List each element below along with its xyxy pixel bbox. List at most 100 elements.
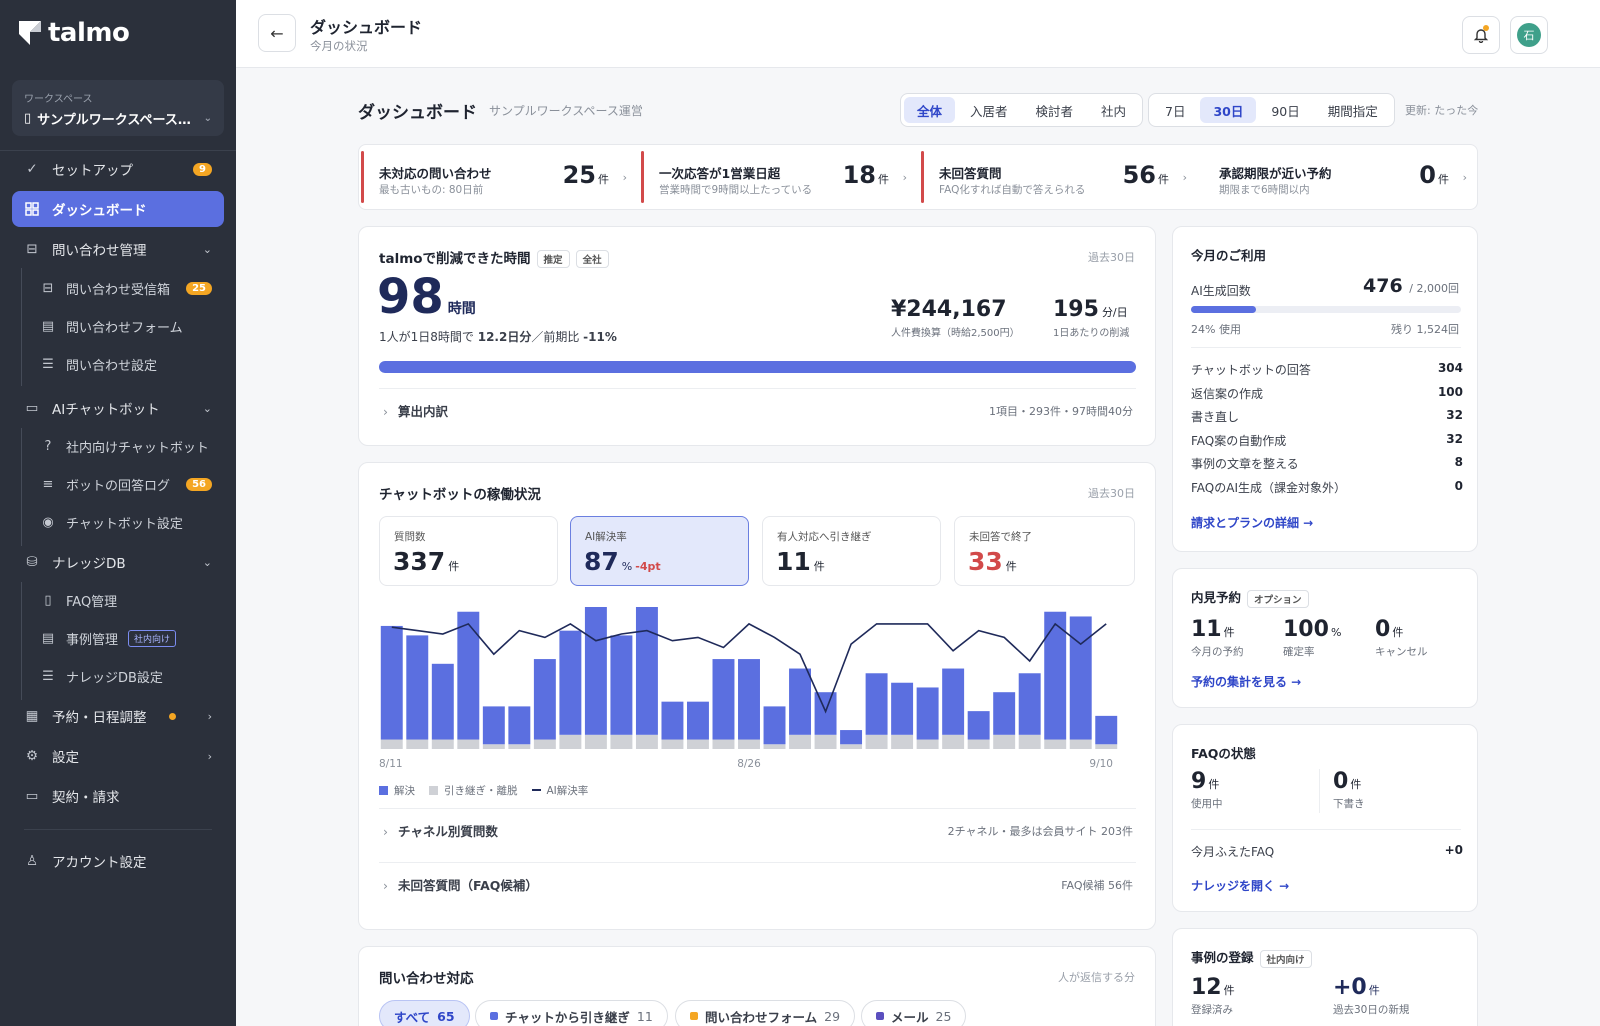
bar-handoff [610, 734, 633, 749]
sidebar-item-dashboard[interactable]: ダッシュボード [12, 191, 224, 227]
viewing-stat-confirm-rate: 100% 確定率 [1283, 617, 1341, 659]
x-tick-label: 8/11 [379, 758, 403, 770]
bar-resolved [891, 682, 914, 735]
alert-unanswered[interactable]: 未回答質問 FAQ化すれば自動で答えられる 56 件 › [921, 151, 1199, 203]
notifications-button[interactable] [1462, 16, 1500, 54]
tab-email[interactable]: メール 25 [861, 1000, 967, 1026]
note-mid: ／前期比 [531, 330, 584, 344]
bar-handoff [533, 739, 556, 749]
header-subtitle: 今月の状況 [310, 39, 368, 53]
bar-handoff [1095, 744, 1118, 749]
viewing-stat-reservations: 11 件 今月の予約 [1191, 617, 1244, 659]
tab-30d[interactable]: 30日 [1200, 97, 1257, 123]
row-value: 0 [1454, 479, 1463, 493]
stat-caption: 確定率 [1283, 646, 1315, 658]
note-value: 12.2日分 [477, 330, 532, 344]
sidebar-item-faq[interactable]: ▯ FAQ管理 [28, 582, 224, 618]
alert-first-response[interactable]: 一次応答が1営業日超 営業時間で9時間以上たっている 18 件 › [641, 151, 919, 203]
sidebar-item-billing[interactable]: ▭ 契約・請求 [12, 778, 224, 814]
chevron-right-icon: › [383, 824, 388, 839]
tab-internal[interactable]: 社内 [1088, 97, 1139, 123]
stat-ai-resolution[interactable]: AI解決率 87% -4pt [570, 516, 749, 586]
sidebar-item-inquiry-inbox[interactable]: ⊟ 問い合わせ受信箱 25 [28, 270, 224, 306]
channel-toggle[interactable]: › チャネル別質問数 [383, 821, 498, 840]
tab-90d[interactable]: 90日 [1258, 97, 1312, 123]
bar-handoff [686, 739, 709, 749]
tab-residents[interactable]: 入居者 [957, 97, 1021, 123]
user-icon: ♙ [25, 853, 39, 869]
sidebar-item-reservations[interactable]: ▦ 予約・日程調整 › [12, 698, 224, 734]
row-label: 事例の文章を整える [1191, 457, 1299, 471]
bar-handoff [840, 744, 863, 749]
stat-unit: 件 [1223, 626, 1235, 639]
bar-resolved [789, 668, 812, 735]
legend-swatch [379, 786, 388, 795]
viewing-reservations-card: 内見予約 オプション 11 件 今月の予約 100% 確定率 0件 キャンセル 予約… [1172, 568, 1478, 708]
tab-prospects[interactable]: 検討者 [1023, 97, 1087, 123]
bar-handoff [814, 734, 837, 749]
stat-caption: キャンセル [1375, 646, 1428, 658]
sidebar-item-account[interactable]: ♙ アカウント設定 [12, 843, 224, 879]
tab-chat-handoff[interactable]: チャットから引き継ぎ 11 [475, 1000, 668, 1026]
legend-swatch [429, 786, 438, 795]
stat-unanswered[interactable]: 未回答で終了 33 件 [954, 516, 1135, 586]
tab-inquiry-form[interactable]: 問い合わせフォーム 29 [675, 1000, 856, 1026]
savings-progress [379, 361, 1136, 373]
play-circle-icon: ◉ [42, 514, 54, 530]
sidebar-item-chatbot-settings[interactable]: ◉ チャットボット設定 [28, 504, 224, 540]
faq-new-row: 今月ふえたFAQ +0 [1191, 843, 1463, 860]
sidebar-item-bot-log[interactable]: ≡ ボットの回答ログ 56 [28, 466, 224, 502]
sidebar-item-cases[interactable]: ▤ 事例管理 社内向け [28, 620, 224, 656]
workspace-switcher[interactable]: ワークスペース ▯ サンプルワークスペース… ⌄ [12, 80, 224, 136]
sidebar-item-ai-chatbot[interactable]: ▭ AIチャットボット ⌄ [12, 390, 224, 426]
inquiries-card: 問い合わせ対応 人が返信する分 すべて 65 チャットから引き継ぎ 11 問い合わせ… [358, 946, 1156, 1026]
sidebar-item-label: セットアップ [52, 163, 133, 179]
page-title: ダッシュボード [358, 103, 477, 123]
stat-label: 質問数 [394, 531, 426, 543]
stat-value: 0 [1333, 769, 1349, 794]
alert-unhandled-inquiries[interactable]: 未対応の問い合わせ 最も古いもの: 80日前 25 件 › [361, 151, 639, 203]
sidebar-item-internal-chatbot[interactable]: ? 社内向けチャットボット [28, 428, 224, 464]
stat-value: 100 [1283, 617, 1329, 642]
tab-custom-range[interactable]: 期間指定 [1315, 97, 1391, 123]
open-knowledge-link[interactable]: ナレッジを開く → [1191, 877, 1289, 894]
alert-approval-deadline[interactable]: 承認期限が近い予約 期限まで6時間以内 0件 › [1201, 151, 1479, 203]
tab-7d[interactable]: 7日 [1152, 97, 1198, 123]
sidebar-item-knowledge-db[interactable]: ⛁ ナレッジDB ⌄ [12, 544, 224, 580]
reservation-summary-link[interactable]: 予約の集計を見る → [1191, 673, 1301, 690]
savings-progress-fill [379, 361, 1136, 373]
bar-resolved [406, 635, 429, 740]
inbox-badge: 25 [186, 281, 212, 295]
tab-all-inquiries[interactable]: すべて 65 [379, 1000, 470, 1026]
book-icon: ▯ [44, 592, 52, 608]
stat-unit: % [1330, 626, 1342, 639]
sidebar-item-settings[interactable]: ⚙ 設定 › [12, 738, 224, 774]
back-button[interactable]: ← [258, 14, 296, 52]
stat-caption: 下書き [1333, 798, 1365, 810]
tab-all[interactable]: 全体 [904, 97, 956, 123]
notification-dot [1483, 25, 1489, 31]
bar-handoff [661, 739, 684, 749]
period-label: 過去30日 [1088, 251, 1135, 264]
sidebar-item-label: 予約・日程調整 [52, 710, 147, 726]
stat-questions[interactable]: 質問数 337 件 [379, 516, 558, 586]
sidebar-item-knowledge-settings[interactable]: ☰ ナレッジDB設定 [28, 658, 224, 694]
sidebar-item-inquiry-form[interactable]: ▤ 問い合わせフォーム [28, 308, 224, 344]
billing-plan-link[interactable]: 請求とプランの詳細 → [1191, 514, 1313, 531]
gear-icon: ⚙ [25, 748, 39, 764]
cost-caption: 人件費換算（時給2,500円） [891, 328, 1020, 339]
stat-handoff[interactable]: 有人対応へ引き継ぎ 11 件 [762, 516, 941, 586]
chat-icon: ▭ [25, 400, 39, 416]
divider [1191, 829, 1461, 830]
list-icon: ≡ [42, 476, 54, 492]
user-avatar-button[interactable]: 石 [1510, 16, 1548, 54]
row-value: 32 [1446, 408, 1463, 422]
breakdown-toggle[interactable]: › 算出内訳 [383, 401, 448, 420]
card-title: 内見予約 オプション [1191, 587, 1309, 608]
sidebar-item-inquiry-settings[interactable]: ☰ 問い合わせ設定 [28, 346, 224, 382]
subnav-line [21, 428, 22, 546]
sidebar-item-inquiry-management[interactable]: ⊟ 問い合わせ管理 ⌄ [12, 231, 224, 267]
sidebar-item-setup[interactable]: ✓ セットアップ 9 [12, 151, 224, 187]
unanswered-toggle[interactable]: › 未回答質問（FAQ候補） [383, 875, 538, 894]
brand-logo[interactable]: talmo [18, 18, 130, 48]
